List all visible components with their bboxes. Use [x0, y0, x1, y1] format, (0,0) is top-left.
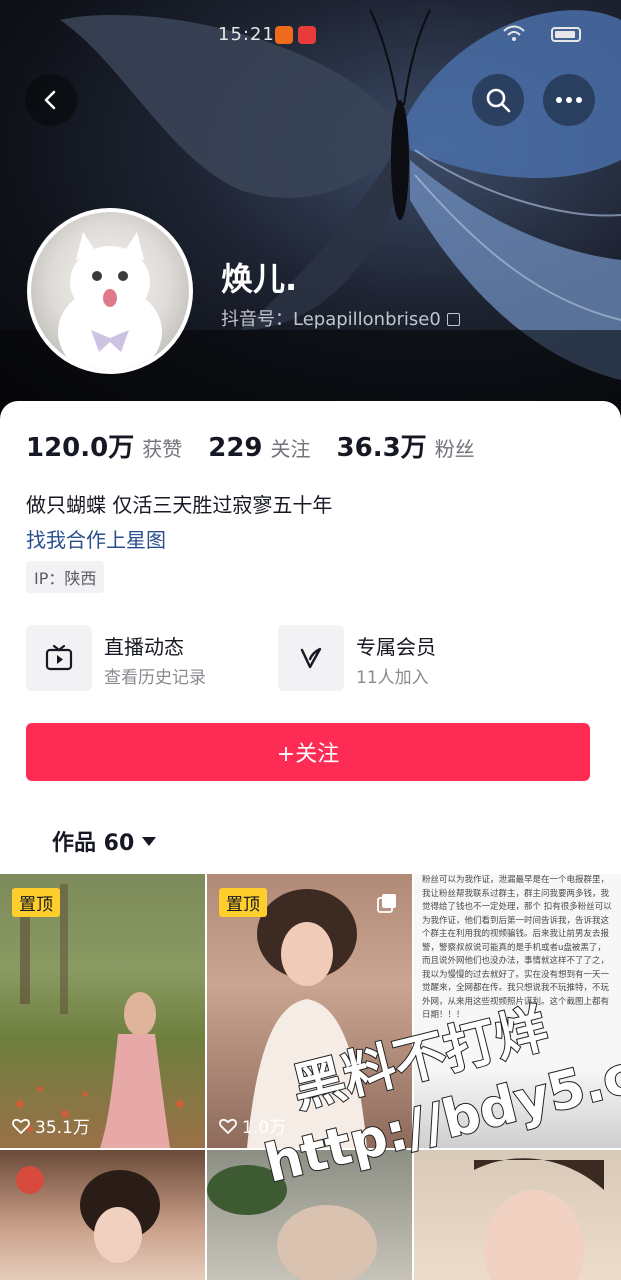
post-like-count: 35.1万 — [12, 1113, 90, 1138]
more-icon — [556, 97, 582, 103]
tab-works[interactable]: 作品 60 — [52, 825, 157, 857]
membership-subtitle: 11人加入 — [356, 668, 429, 688]
battery-icon — [551, 27, 581, 42]
follow-button[interactable]: +关注 — [26, 723, 590, 781]
wifi-icon — [503, 25, 525, 41]
more-options-button[interactable] — [543, 74, 595, 126]
copy-icon[interactable] — [446, 313, 460, 326]
avatar[interactable] — [27, 208, 193, 374]
live-history-title: 直播动态 — [104, 635, 184, 659]
app-notification-icon — [298, 26, 316, 44]
back-button[interactable] — [25, 74, 77, 126]
profile-stats: 120.0万 获赞 229 关注 36.3万 粉丝 — [26, 427, 501, 464]
ip-location-badge: IP：陕西 — [26, 561, 105, 593]
following-count[interactable]: 229 — [208, 433, 262, 463]
post-image — [16, 1166, 160, 1263]
post-image — [474, 1158, 604, 1280]
profile-nickname: 焕儿. — [221, 260, 298, 298]
membership-entry[interactable]: 专属会员 11人加入 — [278, 625, 518, 691]
cat-avatar-image — [58, 232, 162, 370]
membership-title: 专属会员 — [356, 635, 436, 659]
douyin-id[interactable]: 抖音号：Lepapillonbrise0 — [221, 305, 460, 331]
multi-image-icon — [377, 894, 396, 913]
followers-count[interactable]: 36.3万 — [337, 427, 427, 464]
search-icon — [486, 88, 511, 113]
heart-icon — [12, 1118, 30, 1134]
douyin-id-value: Lepapillonbrise0 — [293, 309, 441, 330]
tv-icon — [26, 625, 92, 691]
chevron-left-icon — [44, 90, 56, 110]
followers-label: 粉丝 — [434, 437, 475, 461]
post-like-value: 35.1万 — [35, 1118, 90, 1138]
caret-down-icon — [142, 836, 157, 846]
profile-bio: 做只蝴蝶 仅活三天胜过寂寥五十年 — [26, 493, 333, 517]
app-notification-icon — [275, 26, 293, 44]
heart-icon — [219, 1118, 237, 1134]
following-label: 关注 — [270, 437, 311, 461]
post-thumbnail[interactable] — [0, 1150, 205, 1280]
status-time: 15:21 — [218, 24, 275, 45]
likes-count[interactable]: 120.0万 — [26, 427, 134, 464]
douyin-id-label: 抖音号： — [221, 309, 293, 330]
search-button[interactable] — [472, 74, 524, 126]
live-history-subtitle: 查看历史记录 — [104, 668, 206, 688]
post-thumbnail[interactable]: 置顶 35.1万 — [0, 874, 205, 1148]
likes-label: 获赞 — [142, 437, 183, 461]
live-history-entry[interactable]: 直播动态 查看历史记录 — [26, 625, 266, 691]
collaboration-link[interactable]: 找我合作上星图 — [26, 524, 166, 553]
v-icon — [278, 625, 344, 691]
post-thumbnail[interactable] — [414, 1150, 621, 1280]
pinned-badge: 置顶 — [12, 888, 60, 917]
pinned-badge: 置顶 — [219, 888, 267, 917]
works-tab-label: 作品 60 — [52, 831, 135, 856]
status-bar: 15:21 — [0, 22, 621, 50]
